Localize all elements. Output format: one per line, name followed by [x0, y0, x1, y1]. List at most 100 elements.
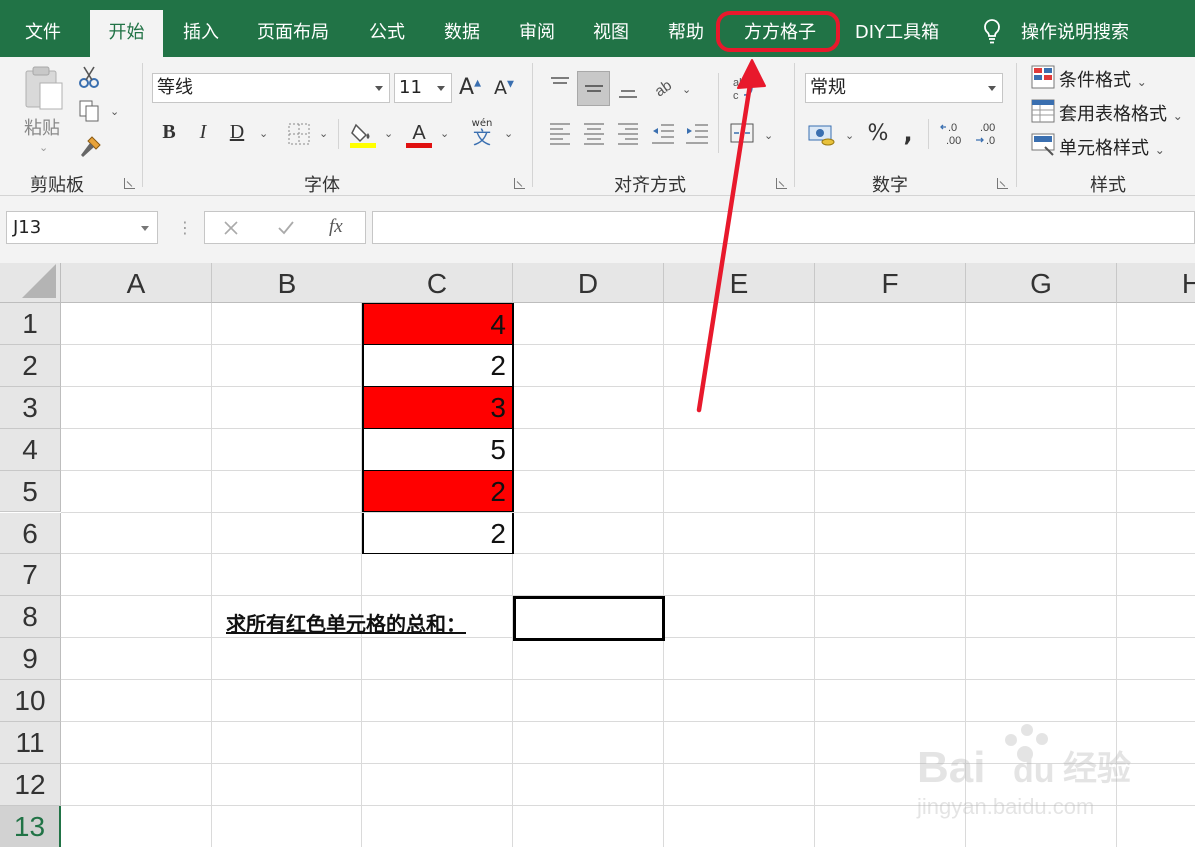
row-header-7[interactable]: 7: [0, 554, 61, 597]
row-header-8[interactable]: 8: [0, 596, 61, 639]
decrease-indent-icon[interactable]: [651, 121, 675, 145]
tab-data[interactable]: 数据: [431, 10, 493, 57]
bold-icon[interactable]: B: [158, 121, 180, 144]
row-header-1[interactable]: 1: [0, 303, 61, 345]
format-as-table-button[interactable]: 套用表格格式 ⌄: [1059, 100, 1183, 126]
phonetic-dropdown-caret[interactable]: ⌄: [504, 127, 513, 140]
sum-prompt-label[interactable]: 求所有红色单元格的总和：: [226, 608, 466, 637]
comma-style-icon[interactable]: ,: [900, 119, 916, 147]
align-right-icon[interactable]: [617, 121, 639, 145]
enter-icon[interactable]: [277, 220, 295, 236]
tab-home[interactable]: 开始: [90, 10, 163, 57]
tab-insert[interactable]: 插入: [170, 10, 232, 57]
fill-color-dropdown-caret[interactable]: ⌄: [384, 127, 393, 140]
merge-center-icon[interactable]: [730, 121, 754, 145]
row-header-6[interactable]: 6: [0, 512, 61, 555]
column-header-d[interactable]: D: [513, 263, 664, 303]
paste-button-label[interactable]: 粘贴: [24, 114, 60, 140]
orientation-icon[interactable]: ab: [651, 75, 675, 99]
number-launcher-icon[interactable]: [997, 178, 1008, 189]
cell-c2[interactable]: 2: [362, 344, 514, 387]
lightbulb-icon[interactable]: [982, 18, 1002, 46]
borders-icon[interactable]: [288, 123, 310, 145]
number-format-select[interactable]: 常规: [805, 73, 1003, 103]
align-left-icon[interactable]: [549, 121, 571, 145]
align-bottom-icon[interactable]: [617, 79, 639, 101]
tab-diy-toolbox[interactable]: DIY工具箱: [846, 10, 948, 57]
row-header-11[interactable]: 11: [0, 722, 61, 764]
percent-style-icon[interactable]: %: [866, 121, 890, 146]
cell-styles-button[interactable]: 单元格样式 ⌄: [1059, 134, 1165, 160]
cell-c3[interactable]: 3: [362, 386, 514, 429]
row-header-10[interactable]: 10: [0, 680, 61, 722]
row-header-13[interactable]: 13: [0, 805, 61, 847]
align-middle-button[interactable]: [577, 71, 610, 106]
tab-file[interactable]: 文件: [8, 10, 78, 57]
clipboard-launcher-icon[interactable]: [124, 178, 135, 189]
format-as-table-icon[interactable]: [1031, 99, 1055, 123]
decrease-font-size-icon[interactable]: A▼: [492, 77, 516, 99]
formula-bar-grip-icon[interactable]: ⋮: [177, 218, 193, 237]
font-name-select[interactable]: 等线: [152, 73, 390, 103]
cell-c1[interactable]: 4: [362, 303, 514, 345]
copy-icon[interactable]: [78, 99, 102, 123]
conditional-formatting-button[interactable]: 条件格式 ⌄: [1059, 66, 1147, 92]
wrap-text-icon[interactable]: ab c: [732, 75, 756, 105]
row-header-5[interactable]: 5: [0, 470, 61, 513]
increase-font-size-icon[interactable]: A▲: [458, 75, 482, 100]
accounting-format-icon[interactable]: [808, 123, 836, 147]
tell-me-search[interactable]: 操作说明搜索: [1014, 10, 1136, 57]
italic-icon[interactable]: I: [192, 121, 214, 144]
orientation-dropdown-caret[interactable]: ⌄: [682, 83, 691, 96]
row-header-9[interactable]: 9: [0, 638, 61, 681]
copy-dropdown-caret[interactable]: ⌄: [110, 105, 119, 118]
column-header-g[interactable]: G: [966, 263, 1117, 303]
align-center-icon[interactable]: [583, 121, 605, 145]
insert-function-icon[interactable]: fx: [329, 216, 343, 238]
increase-indent-icon[interactable]: [685, 121, 709, 145]
tab-formulas[interactable]: 公式: [356, 10, 418, 57]
answer-cell-d8[interactable]: [513, 596, 665, 641]
underline-dropdown-caret[interactable]: ⌄: [259, 127, 268, 140]
accounting-dropdown-caret[interactable]: ⌄: [845, 129, 854, 142]
column-header-e[interactable]: E: [664, 263, 815, 303]
column-header-a[interactable]: A: [61, 263, 212, 303]
tab-review[interactable]: 审阅: [506, 10, 568, 57]
row-header-3[interactable]: 3: [0, 386, 61, 429]
column-header-b[interactable]: B: [212, 263, 363, 303]
font-color-dropdown-caret[interactable]: ⌄: [440, 127, 449, 140]
row-header-4[interactable]: 4: [0, 428, 61, 471]
merge-dropdown-caret[interactable]: ⌄: [764, 129, 773, 142]
row-header-12[interactable]: 12: [0, 763, 61, 806]
fill-color-icon[interactable]: [350, 119, 376, 149]
tab-view[interactable]: 视图: [580, 10, 642, 57]
row-header-2[interactable]: 2: [0, 344, 61, 387]
align-top-icon[interactable]: [549, 75, 571, 97]
cell-c4[interactable]: 5: [362, 428, 514, 471]
cancel-icon[interactable]: [223, 220, 239, 236]
tab-help[interactable]: 帮助: [655, 10, 717, 57]
formula-input[interactable]: [372, 211, 1195, 244]
paste-dropdown-caret[interactable]: ⌄: [39, 141, 48, 154]
name-box[interactable]: J13: [6, 211, 158, 244]
column-header-h[interactable]: H: [1117, 263, 1195, 303]
decrease-decimal-icon[interactable]: .00 .0: [974, 121, 1002, 147]
increase-decimal-icon[interactable]: .0 .00: [940, 121, 968, 147]
cell-c5[interactable]: 2: [362, 470, 514, 513]
font-color-icon[interactable]: A: [406, 119, 432, 149]
conditional-formatting-icon[interactable]: [1031, 65, 1055, 89]
cell-c6[interactable]: 2: [362, 512, 514, 555]
underline-icon[interactable]: D: [226, 121, 248, 144]
alignment-launcher-icon[interactable]: [776, 178, 787, 189]
tab-page-layout[interactable]: 页面布局: [246, 10, 340, 57]
phonetic-guide-icon[interactable]: wén 文: [468, 119, 496, 149]
borders-dropdown-caret[interactable]: ⌄: [319, 127, 328, 140]
select-all-corner[interactable]: [0, 263, 61, 303]
paste-icon[interactable]: [22, 65, 66, 111]
cell-styles-icon[interactable]: [1031, 133, 1055, 157]
format-painter-icon[interactable]: [78, 135, 102, 159]
column-header-c[interactable]: C: [362, 263, 513, 303]
cut-icon[interactable]: [78, 65, 100, 89]
tab-fangfanggezi[interactable]: 方方格子: [730, 10, 830, 57]
column-header-f[interactable]: F: [815, 263, 966, 303]
